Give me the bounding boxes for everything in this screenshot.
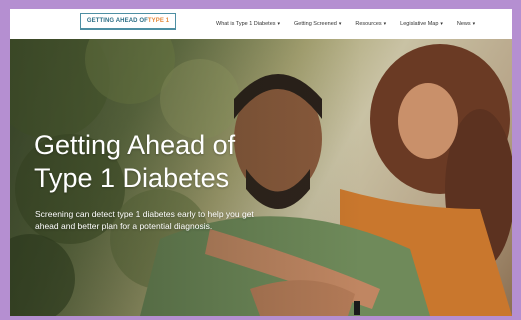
chevron-down-icon: ▾ bbox=[338, 21, 342, 27]
hero-title-line2: Type 1 Diabetes bbox=[34, 163, 230, 194]
chevron-down-icon: ▾ bbox=[472, 21, 476, 27]
nav-item-what-is-t1d[interactable]: What is Type 1 Diabetes ▾ bbox=[216, 21, 280, 27]
hero-title: Getting Ahead of Type 1 Diabetes bbox=[34, 129, 334, 195]
site-logo[interactable]: GETTING AHEAD OF TYPE 1 bbox=[80, 13, 176, 29]
hero-title-line1: Getting Ahead of bbox=[34, 130, 236, 161]
nav-label: What is Type 1 Diabetes bbox=[216, 21, 276, 27]
browser-page: GETTING AHEAD OF TYPE 1 What is Type 1 D… bbox=[10, 9, 512, 316]
hero-banner: Getting Ahead of Type 1 Diabetes Screeni… bbox=[10, 39, 512, 316]
chevron-down-icon: ▾ bbox=[383, 21, 387, 27]
nav-item-news[interactable]: News ▾ bbox=[457, 21, 475, 27]
hero-subtitle-line1: Screening can detect type 1 diabetes ear… bbox=[35, 208, 254, 219]
nav-label: Resources bbox=[355, 21, 382, 27]
logo-text: GETTING AHEAD OF bbox=[86, 18, 148, 24]
nav-item-legislative-map[interactable]: Legislative Map ▾ bbox=[400, 21, 443, 27]
chevron-down-icon: ▾ bbox=[440, 21, 443, 27]
nav-item-resources[interactable]: Resources ▾ bbox=[355, 21, 386, 27]
logo-accent-text: TYPE 1 bbox=[147, 18, 170, 24]
hero-subtitle: Screening can detect type 1 diabetes ear… bbox=[35, 208, 355, 232]
hero-subtitle-line2: ahead and better plan for a potential di… bbox=[35, 220, 213, 231]
main-nav: What is Type 1 Diabetes ▾ Getting Screen… bbox=[216, 9, 506, 39]
nav-item-getting-screened[interactable]: Getting Screened ▾ bbox=[294, 21, 341, 27]
nav-label: Getting Screened bbox=[294, 21, 337, 27]
nav-label: Legislative Map bbox=[400, 21, 439, 27]
nav-label: News bbox=[456, 21, 471, 27]
chevron-down-icon: ▾ bbox=[277, 21, 281, 27]
site-header: GETTING AHEAD OF TYPE 1 What is Type 1 D… bbox=[10, 9, 512, 39]
logo-underline bbox=[80, 29, 176, 30]
